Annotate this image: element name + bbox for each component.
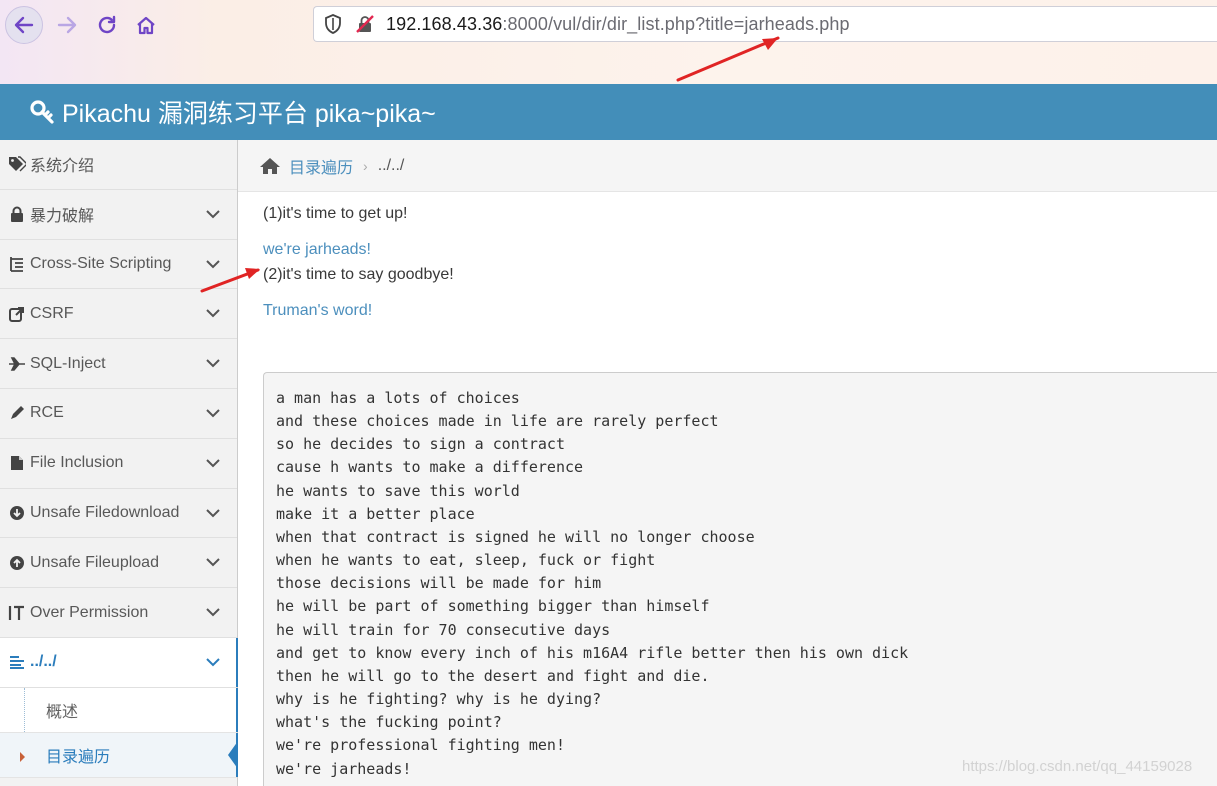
poem-line: so he decides to sign a contract bbox=[276, 435, 565, 454]
poem-line: cause h wants to make a difference bbox=[276, 458, 584, 477]
sidebar-subitem-dir-list[interactable]: 目录遍历 bbox=[0, 732, 238, 778]
chevron-down-icon bbox=[206, 558, 220, 567]
file-icon bbox=[8, 454, 26, 472]
chevron-down-icon bbox=[206, 658, 220, 667]
poem-line: he will be part of something bigger than… bbox=[276, 597, 710, 616]
url-text: 192.168.43.36:8000/vul/dir/dir_list.php?… bbox=[386, 14, 850, 35]
sidebar-item-label: Unsafe Fileupload bbox=[30, 553, 159, 571]
sidebar-item-rce[interactable]: RCE bbox=[0, 389, 237, 439]
app-title[interactable]: Pikachu 漏洞练习平台 pika~pika~ bbox=[62, 94, 436, 130]
sidebar-item-label: File Inclusion bbox=[30, 454, 124, 472]
chevron-down-icon bbox=[206, 409, 220, 418]
truman-link[interactable]: Truman's word! bbox=[263, 302, 372, 320]
download-circle-icon bbox=[8, 504, 26, 522]
poem-line: and get to know every inch of his m16A4 … bbox=[276, 643, 909, 662]
lock-icon bbox=[8, 205, 26, 223]
tags-icon bbox=[8, 155, 26, 173]
text-height-icon bbox=[8, 604, 26, 622]
pencil-icon bbox=[8, 404, 26, 422]
caret-right-icon bbox=[20, 751, 25, 762]
sidebar-item-label: Over Permission bbox=[30, 603, 149, 621]
jarheads-link[interactable]: we're jarheads! bbox=[263, 241, 371, 259]
chevron-down-icon bbox=[206, 210, 220, 219]
sidebar-item-label: CSRF bbox=[30, 304, 74, 322]
forward-button[interactable] bbox=[48, 6, 86, 44]
sidebar-item-label: Cross-Site Scripting bbox=[30, 254, 172, 272]
sidebar-subitem-overview[interactable]: 概述 bbox=[0, 687, 238, 733]
poem-line: make it a better place bbox=[276, 504, 475, 523]
poem-line: when he wants to eat, sleep, fuck or fig… bbox=[276, 551, 656, 570]
poem-line: what's the fucking point? bbox=[276, 713, 502, 732]
chevron-down-icon bbox=[206, 259, 220, 269]
key-icon bbox=[30, 100, 54, 124]
active-indicator bbox=[236, 687, 238, 732]
sidebar-item-label: ../../ bbox=[30, 653, 57, 671]
sidebar: 系统介绍 暴力破解 Cross-Site Scripting CSRF SQL-… bbox=[0, 140, 238, 786]
app-header: Pikachu 漏洞练习平台 pika~pika~ bbox=[0, 84, 1217, 140]
active-indicator bbox=[236, 637, 238, 687]
arrow-left-icon bbox=[14, 16, 34, 34]
share-icon bbox=[8, 305, 26, 323]
address-bar[interactable]: 192.168.43.36:8000/vul/dir/dir_list.php?… bbox=[313, 6, 1217, 42]
shield-icon[interactable] bbox=[322, 13, 344, 35]
poem-line: he will train for 70 consecutive days bbox=[276, 620, 611, 639]
poem-line: why is he fighting? why is he dying? bbox=[276, 690, 602, 709]
home-icon bbox=[137, 16, 155, 35]
url-path: :8000/vul/dir/dir_list.php?title=jarhead… bbox=[502, 13, 850, 34]
sidebar-item-label: RCE bbox=[30, 404, 64, 422]
sidebar-item-intro[interactable]: 系统介绍 bbox=[0, 140, 237, 190]
sidebar-item-sql-inject[interactable]: SQL-Inject bbox=[0, 339, 237, 389]
sidebar-item-file-inclusion[interactable]: File Inclusion bbox=[0, 439, 237, 489]
chevron-right-icon: › bbox=[363, 157, 368, 174]
sidebar-subitem-label: 目录遍历 bbox=[46, 748, 111, 766]
chevron-down-icon bbox=[206, 309, 220, 318]
home-button[interactable] bbox=[127, 6, 165, 44]
arrow-right-icon bbox=[57, 16, 77, 34]
align-left-icon bbox=[8, 653, 26, 671]
sidebar-item-label: SQL-Inject bbox=[30, 354, 106, 372]
sidebar-item-unsafe-filedownload[interactable]: Unsafe Filedownload bbox=[0, 489, 237, 539]
poem-line: and these choices made in life are rarel… bbox=[276, 412, 719, 431]
upload-circle-icon bbox=[8, 554, 26, 572]
chevron-down-icon bbox=[206, 459, 220, 468]
home-icon bbox=[260, 157, 280, 174]
list-tree-icon bbox=[8, 255, 26, 273]
sidebar-item-csrf[interactable]: CSRF bbox=[0, 289, 237, 340]
sidebar-item-brute-force[interactable]: 暴力破解 bbox=[0, 190, 237, 240]
poem-line: when that contract is signed he will no … bbox=[276, 527, 755, 546]
poem-text-block: a man has a lots of choices and these cho… bbox=[263, 372, 1217, 786]
quote-line-2: (2)it's time to say goodbye! bbox=[263, 266, 454, 283]
reload-icon bbox=[98, 15, 116, 34]
chevron-down-icon bbox=[206, 508, 220, 517]
sidebar-item-dir-traversal[interactable]: ../../ bbox=[0, 637, 238, 688]
insecure-lock-icon[interactable] bbox=[354, 13, 376, 35]
poem-line: a man has a lots of choices bbox=[276, 389, 520, 407]
tree-line bbox=[24, 687, 25, 732]
poem-line: we're professional fighting men! bbox=[276, 736, 565, 755]
sidebar-item-label: 系统介绍 bbox=[30, 158, 95, 176]
plane-icon bbox=[8, 355, 26, 373]
poem-line: those decisions will be made for him bbox=[276, 574, 602, 593]
active-indicator bbox=[236, 732, 238, 777]
poem-line: then he will go to the desert and fight … bbox=[276, 666, 710, 685]
chevron-down-icon bbox=[206, 608, 220, 617]
sidebar-item-label: Unsafe Filedownload bbox=[30, 503, 180, 521]
chevron-down-icon bbox=[206, 359, 220, 368]
breadcrumb-current: ../../ bbox=[377, 156, 405, 174]
sidebar-item-label: 暴力破解 bbox=[30, 208, 95, 226]
url-host: 192.168.43.36 bbox=[386, 13, 503, 34]
browser-toolbar: 192.168.43.36:8000/vul/dir/dir_list.php?… bbox=[0, 0, 1217, 84]
watermark: https://blog.csdn.net/qq_44159028 bbox=[962, 758, 1193, 775]
quote-line-1: (1)it's time to get up! bbox=[263, 205, 408, 222]
sidebar-item-over-permission[interactable]: Over Permission bbox=[0, 588, 237, 638]
breadcrumb: 目录遍历 › ../../ bbox=[238, 140, 1217, 192]
sidebar-item-unsafe-fileupload[interactable]: Unsafe Fileupload bbox=[0, 538, 237, 589]
reload-button[interactable] bbox=[88, 6, 126, 44]
back-button[interactable] bbox=[5, 6, 43, 44]
poem-line: he wants to save this world bbox=[276, 481, 520, 500]
breadcrumb-link[interactable]: 目录遍历 bbox=[289, 154, 353, 178]
sidebar-subitem-label: 概述 bbox=[46, 703, 79, 721]
sidebar-item-xss[interactable]: Cross-Site Scripting bbox=[0, 240, 237, 290]
